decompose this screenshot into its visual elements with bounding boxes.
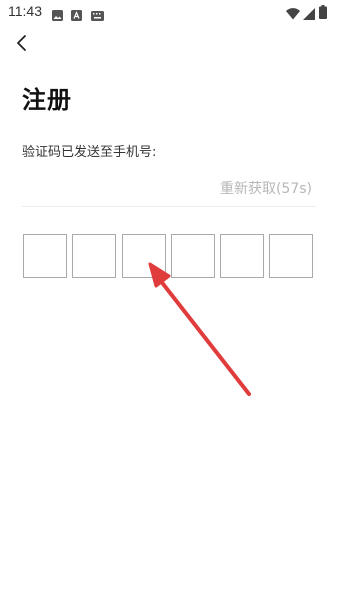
resend-row: 重新获取(57s) <box>22 170 316 207</box>
battery-icon <box>319 4 327 23</box>
image-icon <box>52 6 63 25</box>
page-title: 注册 <box>22 86 72 114</box>
app-icon <box>71 6 82 25</box>
keyboard-icon <box>91 6 104 25</box>
back-button[interactable] <box>12 32 34 54</box>
code-digit-1[interactable] <box>23 234 67 278</box>
code-digit-6[interactable] <box>269 234 313 278</box>
resend-code-button[interactable]: 重新获取(57s) <box>220 178 312 198</box>
wifi-icon <box>286 5 300 24</box>
code-digit-4[interactable] <box>171 234 215 278</box>
code-digit-5[interactable] <box>220 234 264 278</box>
signal-icon <box>303 5 315 24</box>
code-digit-3[interactable] <box>122 234 166 278</box>
code-digit-2[interactable] <box>72 234 116 278</box>
status-time: 11:43 <box>8 3 42 19</box>
code-sent-label: 验证码已发送至手机号: <box>22 145 157 160</box>
status-bar: 11:43 <box>0 0 337 24</box>
chevron-left-icon <box>17 35 26 51</box>
